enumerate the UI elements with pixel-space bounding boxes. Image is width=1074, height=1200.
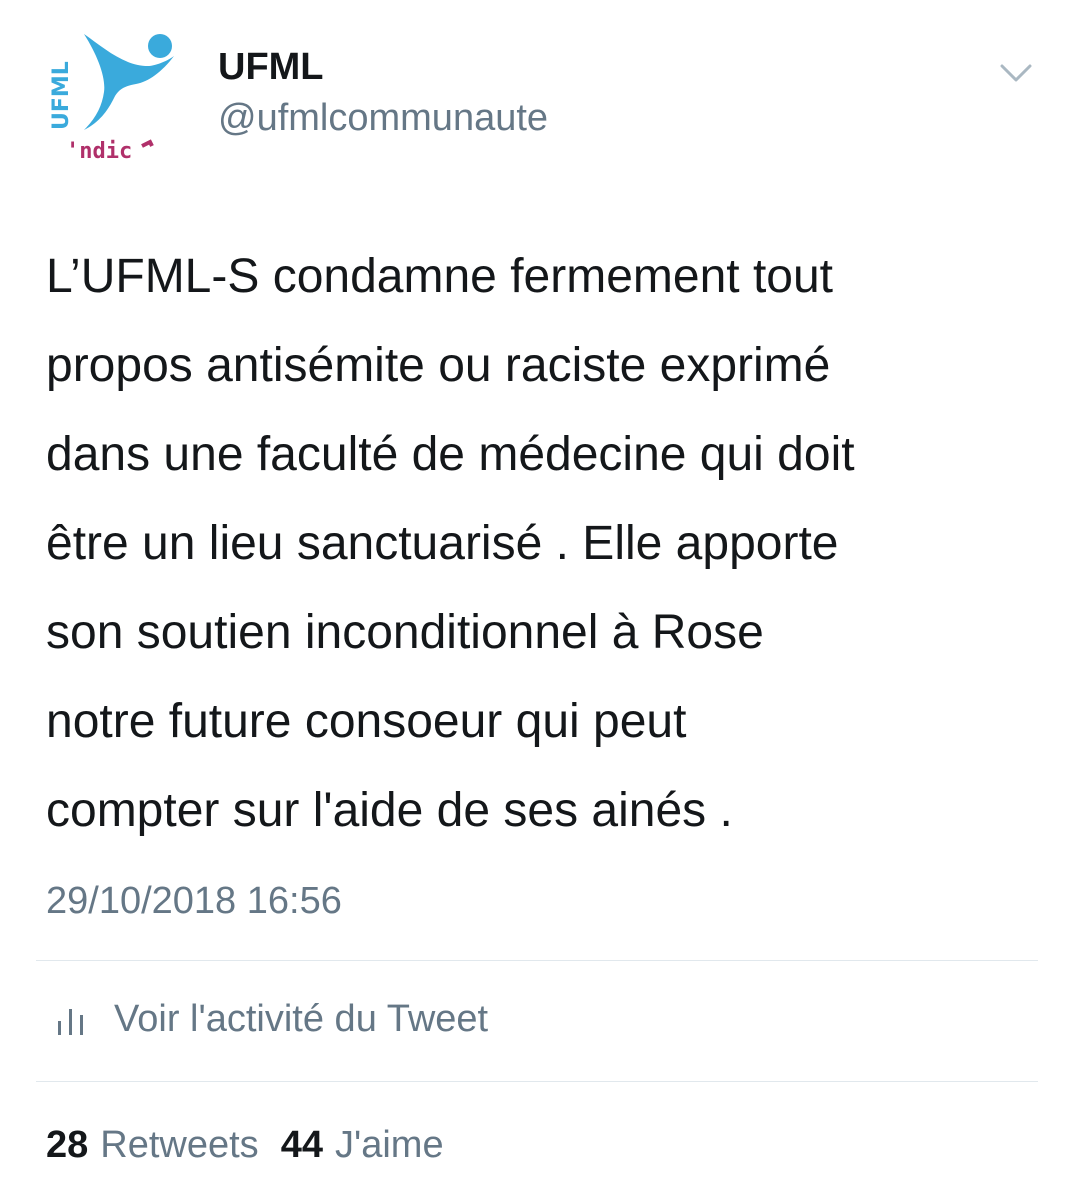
- author-handle[interactable]: @ufmlcommunaute: [218, 95, 548, 141]
- tweet-timestamp[interactable]: 29/10/2018 16:56: [46, 878, 342, 924]
- divider: [36, 1081, 1038, 1082]
- retweets-stat[interactable]: 28 Retweets: [46, 1122, 259, 1168]
- divider: [36, 960, 1038, 961]
- tweet-text: L’UFML-S condamne fermement tout propos …: [46, 232, 1036, 855]
- tweet-text-line: compter sur l'aide de ses ainés .: [46, 784, 733, 837]
- retweets-count: 28: [46, 1124, 89, 1166]
- ufml-logo-icon: UFML 'ndic: [49, 34, 174, 164]
- author-name[interactable]: UFML: [218, 44, 324, 90]
- likes-count: 44: [280, 1124, 323, 1166]
- tweet-detail: UFML 'ndic UFML @ufmlcommunaute L’UFML-S…: [0, 0, 1074, 1200]
- tweet-stats: 28 Retweets 44 J'aime: [46, 1122, 466, 1168]
- author-avatar[interactable]: UFML 'ndic: [44, 26, 182, 166]
- tweet-text-line: L’UFML-S condamne fermement tout: [46, 250, 834, 303]
- tweet-text-line: propos antisémite ou raciste exprimé: [46, 339, 831, 392]
- tweet-activity-label: Voir l'activité du Tweet: [114, 998, 489, 1040]
- tweet-menu-button[interactable]: [996, 58, 1036, 90]
- tweet-activity-link[interactable]: Voir l'activité du Tweet: [46, 996, 488, 1042]
- tweet-text-line: dans une faculté de médecine qui doit: [46, 428, 855, 481]
- bar-chart-icon: [58, 1009, 83, 1035]
- chevron-down-icon: [1000, 64, 1032, 82]
- svg-text:'ndic: 'ndic: [66, 139, 132, 164]
- tweet-text-line: notre future consoeur qui peut: [46, 695, 687, 748]
- retweets-label: Retweets: [100, 1124, 259, 1166]
- svg-text:UFML: UFML: [49, 61, 74, 130]
- likes-stat[interactable]: 44 J'aime: [281, 1122, 444, 1168]
- tweet-text-line: son soutien inconditionnel à Rose: [46, 606, 764, 659]
- likes-label: J'aime: [334, 1124, 444, 1166]
- tweet-text-line: être un lieu sanctuarisé . Elle apporte: [46, 517, 839, 570]
